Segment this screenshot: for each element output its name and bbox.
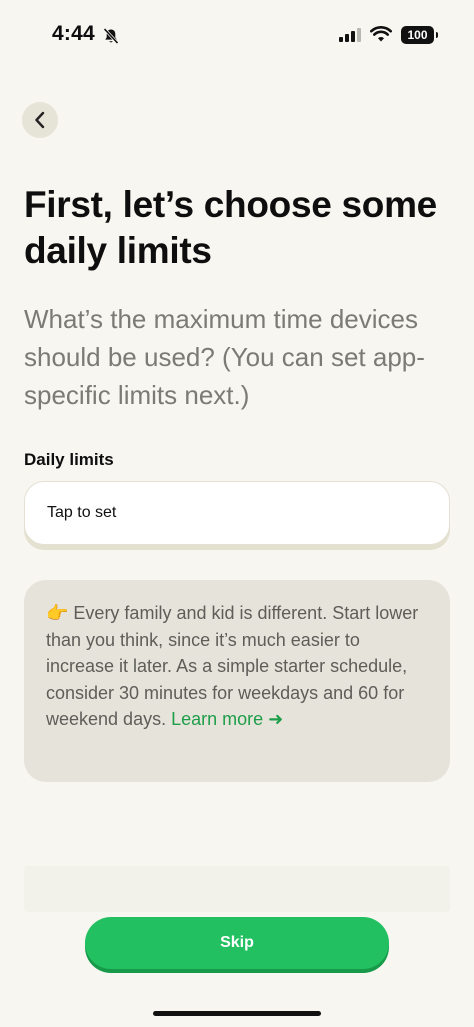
screen: 4:44 100 First, let’s choose some daily … <box>0 0 474 1027</box>
status-time: 4:44 <box>52 22 95 45</box>
daily-limits-label: Daily limits <box>24 450 114 469</box>
back-button[interactable] <box>22 102 58 138</box>
bell-off-icon <box>103 27 119 45</box>
scroll-fade <box>24 866 450 912</box>
wifi-icon <box>370 26 392 42</box>
tip-box: 👉 Every family and kid is different. Sta… <box>24 580 450 782</box>
cellular-signal-icon <box>339 28 361 42</box>
daily-limits-input[interactable]: Tap to set <box>24 481 450 545</box>
home-indicator <box>153 1011 321 1016</box>
page-title: First, let’s choose some daily limits <box>24 184 437 271</box>
daily-limits-value: Tap to set <box>47 504 117 521</box>
pointing-hand-icon: 👉 <box>46 603 69 623</box>
learn-more-link[interactable]: Learn more ➜ <box>171 709 283 729</box>
page-subtitle: What’s the maximum time devices should b… <box>24 304 425 410</box>
chevron-left-icon <box>35 111 45 129</box>
battery-icon: 100 <box>401 26 438 44</box>
skip-button[interactable]: Skip <box>85 917 389 969</box>
